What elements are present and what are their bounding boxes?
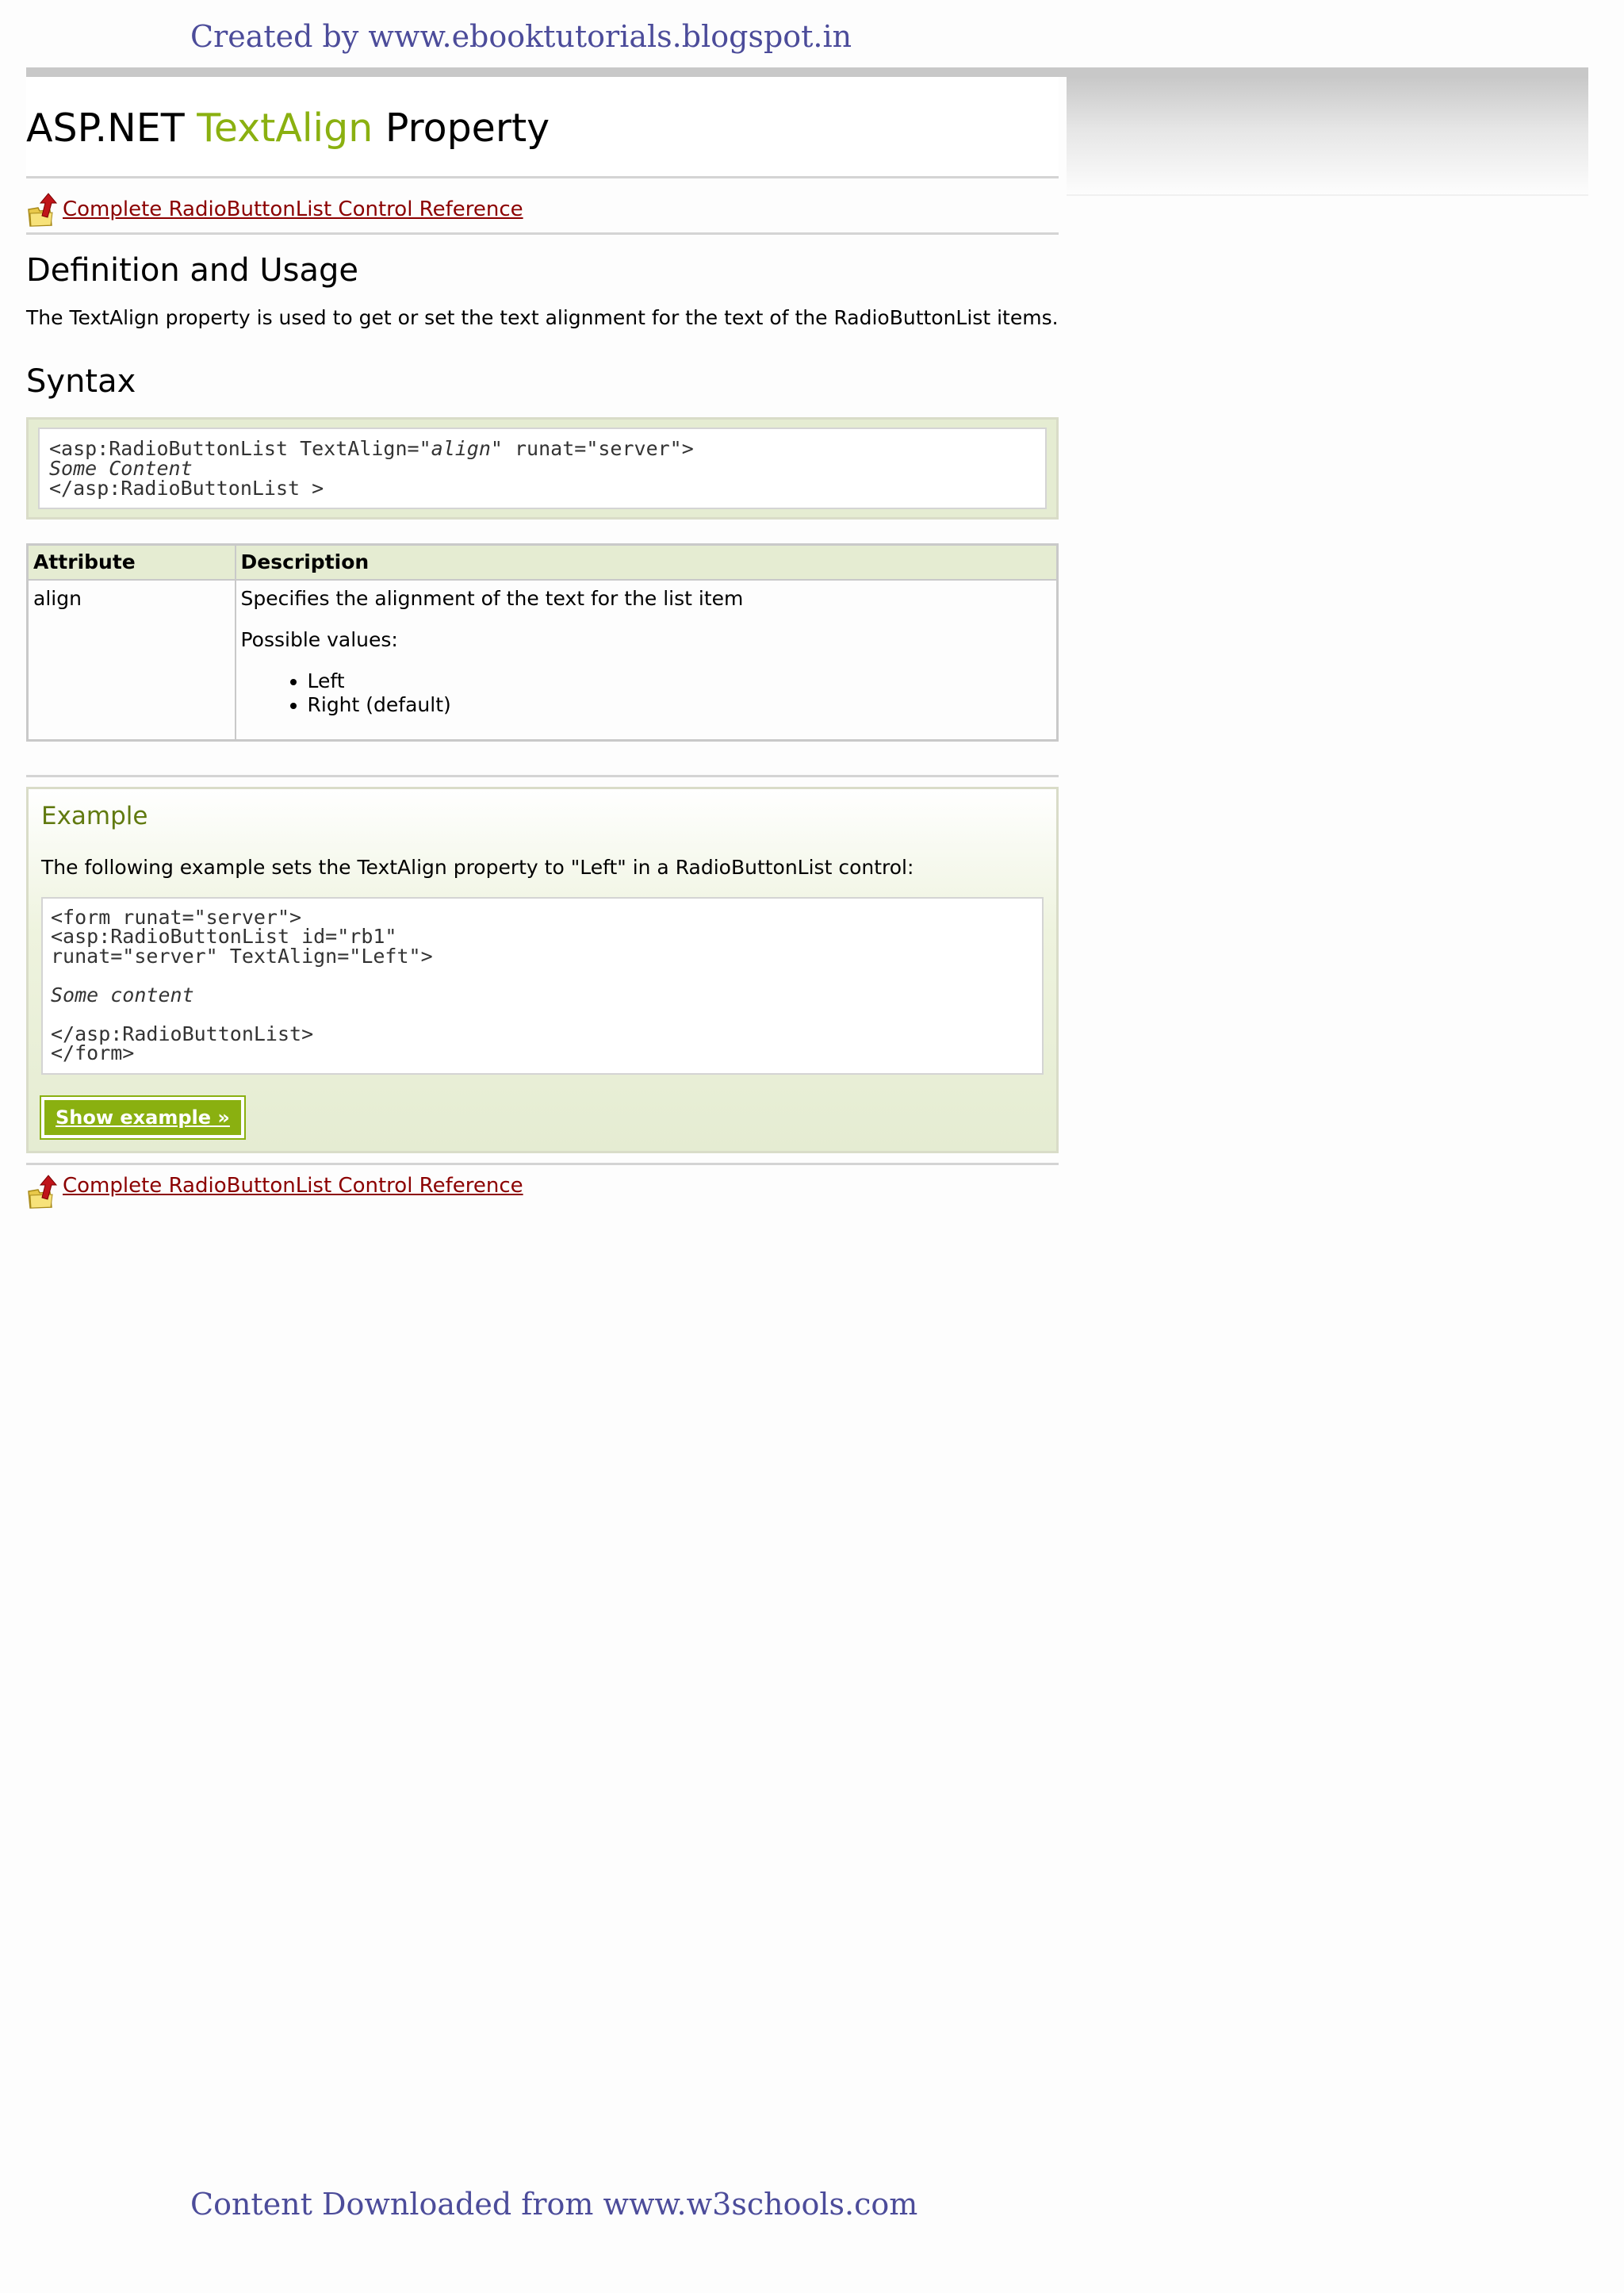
example-title: Example [41, 801, 148, 830]
folder-up-arrow-icon [28, 1174, 58, 1209]
header-credit: Created by www.ebooktutorials.blogspot.i… [190, 19, 852, 54]
syntax-line1-italic: align [431, 437, 491, 460]
right-gradient-panel [1067, 77, 1588, 196]
code-line: </form> [51, 1041, 135, 1064]
reference-link-row-bottom: Complete RadioButtonList Control Referen… [26, 1174, 1059, 1230]
definition-text: The TextAlign property is used to get or… [26, 306, 1059, 329]
code-line: runat="server" TextAlign="Left"> [51, 944, 433, 968]
syntax-box: <asp:RadioButtonList TextAlign="align" r… [26, 417, 1059, 520]
header-description: Description [234, 543, 1059, 581]
footer-credit: Content Downloaded from www.w3schools.co… [190, 2187, 918, 2222]
description-cell: Specifies the alignment of the text for … [234, 578, 1059, 741]
syntax-line1-b: " runat="server"> [490, 437, 694, 460]
table-header-row: Attribute Description [26, 543, 1059, 581]
divider [26, 1162, 1059, 1174]
top-bar [26, 67, 1588, 77]
reference-link-bottom[interactable]: Complete RadioButtonList Control Referen… [63, 1174, 523, 1198]
page-title: ASP.NET TextAlign Property [26, 105, 1059, 152]
possible-values-label: Possible values: [240, 627, 398, 651]
title-suffix: Property [373, 105, 550, 151]
reference-link-top[interactable]: Complete RadioButtonList Control Referen… [63, 197, 523, 221]
attribute-cell: align [26, 578, 236, 741]
values-list: Left Right (default) [241, 669, 1052, 717]
list-item: Left [308, 669, 1052, 693]
folder-up-arrow-icon [28, 193, 58, 227]
list-item: Right (default) [308, 693, 1052, 717]
title-prefix: ASP.NET [26, 105, 197, 151]
description-text: Specifies the alignment of the text for … [240, 586, 744, 610]
title-accent: TextAlign [197, 105, 373, 151]
attribute-table: Attribute Description align Specifies th… [26, 543, 1059, 742]
title-area: ASP.NET TextAlign Property [26, 77, 1059, 178]
syntax-code: <asp:RadioButtonList TextAlign="align" r… [38, 428, 1047, 509]
syntax-line3: </asp:RadioButtonList > [49, 477, 324, 500]
example-box: Example The following example sets the T… [26, 786, 1059, 1153]
syntax-heading: Syntax [26, 363, 136, 400]
show-example-button[interactable]: Show example » [40, 1095, 246, 1140]
example-code: <form runat="server"> <asp:RadioButtonLi… [41, 896, 1044, 1075]
table-row: align Specifies the alignment of the tex… [26, 578, 1059, 741]
header-attribute: Attribute [26, 543, 236, 581]
example-intro: The following example sets the TextAlign… [41, 855, 914, 879]
main-content: ASP.NET TextAlign Property Complete Radi… [26, 77, 1059, 1230]
definition-heading: Definition and Usage [26, 252, 359, 289]
divider [26, 774, 1059, 777]
reference-link-row-top: Complete RadioButtonList Control Referen… [26, 178, 1059, 235]
code-line: Some content [51, 983, 194, 1007]
